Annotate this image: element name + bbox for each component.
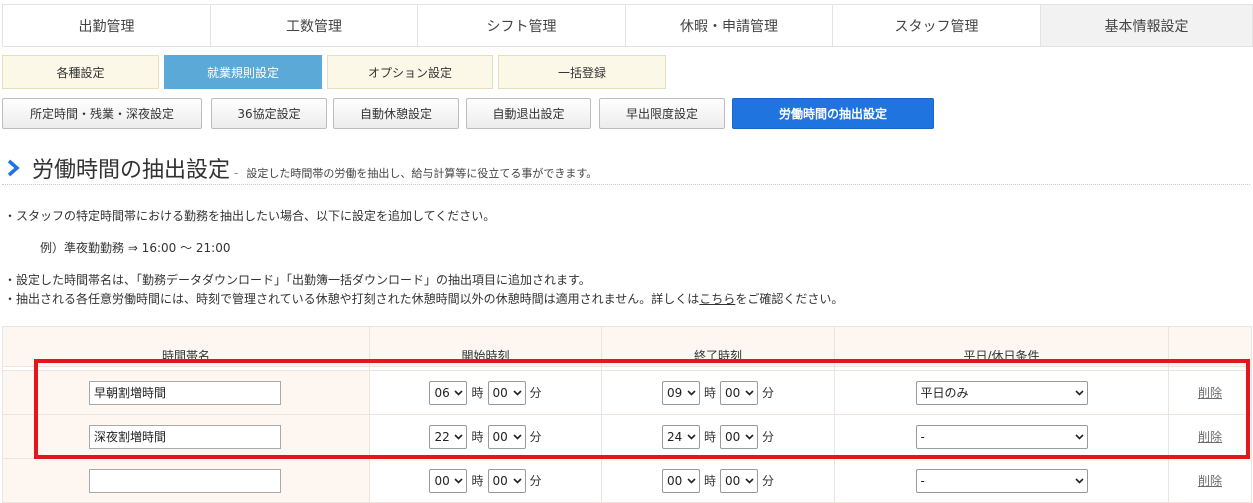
nav-tab-attendance[interactable]: 出勤管理 xyxy=(3,5,211,46)
chevron-down-icon xyxy=(512,389,522,396)
end-hour-select[interactable]: 00 xyxy=(661,468,700,493)
end-hour-select[interactable]: 24 xyxy=(661,424,700,449)
chevron-down-icon xyxy=(687,477,696,484)
time-band-name-input[interactable] xyxy=(89,380,281,405)
subtab-various-settings[interactable]: 各種設定 xyxy=(2,55,159,89)
auto-exit-button[interactable]: 自動退出設定 xyxy=(466,98,591,129)
article36-button[interactable]: 36協定設定 xyxy=(211,98,327,129)
chevron-down-icon xyxy=(454,389,464,396)
minute-unit-label: 分 xyxy=(762,430,775,444)
chevron-down-icon xyxy=(687,389,696,396)
day-condition-select[interactable]: 平日のみ xyxy=(915,380,1088,405)
auto-break-button[interactable]: 自動休憩設定 xyxy=(333,98,459,129)
nav-tab-staff[interactable]: スタッフ管理 xyxy=(833,5,1041,46)
end-hour-select[interactable]: 09 xyxy=(661,380,700,405)
note-example: 例）準夜勤勤務 ⇒ 16:00 ～ 21:00 xyxy=(40,241,231,255)
table-row: 06 時 00 分 09 時 00 分 平日のみ 削除 xyxy=(2,370,1252,415)
work-hours-extraction-button[interactable]: 労働時間の抽出設定 xyxy=(732,98,934,129)
start-time-picker: 22 時 00 分 xyxy=(429,424,542,449)
page-title: 労働時間の抽出設定 xyxy=(32,158,231,183)
start-hour-select[interactable]: 22 xyxy=(429,424,468,449)
start-minute-select[interactable]: 00 xyxy=(487,380,526,405)
heading-divider xyxy=(2,184,1250,185)
delete-link[interactable]: 削除 xyxy=(1198,474,1222,488)
start-time-picker: 00 時 00 分 xyxy=(429,468,542,493)
chevron-down-icon xyxy=(745,389,754,396)
col-header-actions xyxy=(1168,326,1252,367)
col-header-condition: 平日/休日条件 xyxy=(834,326,1169,367)
delete-link[interactable]: 削除 xyxy=(1198,430,1222,444)
note-line-3-text: ・抽出される各任意労働時間には、時刻で管理されている休憩や打刻された休憩時間以外… xyxy=(4,292,700,306)
chevron-down-icon xyxy=(745,477,754,484)
time-band-name-input[interactable] xyxy=(89,424,281,449)
chevron-down-icon xyxy=(1074,477,1084,484)
end-time-picker: 00 時 00 分 xyxy=(661,468,775,493)
table-row: 00 時 00 分 00 時 00 分 - 削除 xyxy=(2,458,1252,503)
minute-unit-label: 分 xyxy=(529,386,542,400)
subtab-options[interactable]: オプション設定 xyxy=(327,55,493,89)
chevron-down-icon xyxy=(512,477,522,484)
start-minute-select[interactable]: 00 xyxy=(487,468,526,493)
extraction-settings-table: 時間帯名 開始時刻 終了時刻 平日/休日条件 06 時 00 分 09 時 xyxy=(2,326,1252,503)
minute-unit-label: 分 xyxy=(529,430,542,444)
chevron-down-icon xyxy=(745,433,754,440)
details-link[interactable]: こちら xyxy=(699,292,735,306)
page-description: 設定した時間帯の労働を抽出し、給与計算等に役立てる事ができます。 xyxy=(246,167,598,180)
delete-link[interactable]: 削除 xyxy=(1198,386,1222,400)
start-hour-select[interactable]: 06 xyxy=(429,380,468,405)
minute-unit-label: 分 xyxy=(762,474,775,488)
hour-unit-label: 時 xyxy=(703,386,716,400)
chevron-down-icon xyxy=(1074,433,1084,440)
heading-separator: - xyxy=(234,166,239,180)
start-hour-select[interactable]: 00 xyxy=(429,468,468,493)
hour-unit-label: 時 xyxy=(471,474,484,488)
hour-unit-label: 時 xyxy=(703,430,716,444)
main-nav: 出勤管理 工数管理 シフト管理 休暇・申請管理 スタッフ管理 基本情報設定 xyxy=(2,4,1253,47)
prescribed-time-button[interactable]: 所定時間・残業・深夜設定 xyxy=(2,98,202,129)
note-line-3-tail: をご確認ください。 xyxy=(735,292,844,306)
end-minute-select[interactable]: 00 xyxy=(720,468,758,493)
chevron-right-icon xyxy=(7,159,20,177)
note-line-1: ・スタッフの特定時間帯における勤務を抽出したい場合、以下に設定を追加してください… xyxy=(4,209,496,223)
nav-tab-leave-requests[interactable]: 休暇・申請管理 xyxy=(626,5,833,46)
day-condition-select[interactable]: - xyxy=(915,424,1088,449)
col-header-end: 終了時刻 xyxy=(601,326,835,367)
end-minute-select[interactable]: 00 xyxy=(720,380,758,405)
early-limit-button[interactable]: 早出限度設定 xyxy=(599,98,725,129)
col-header-name: 時間帯名 xyxy=(2,326,370,367)
day-condition-select[interactable]: - xyxy=(915,468,1088,493)
nav-tab-shift[interactable]: シフト管理 xyxy=(418,5,626,46)
subtab-bulk-registration[interactable]: 一括登録 xyxy=(498,55,666,89)
hour-unit-label: 時 xyxy=(471,386,484,400)
section-heading: 労働時間の抽出設定 - 設定した時間帯の労働を抽出し、給与計算等に役立てる事がで… xyxy=(6,152,1246,184)
chevron-down-icon xyxy=(687,433,696,440)
nav-tab-basic-settings[interactable]: 基本情報設定 xyxy=(1041,5,1252,46)
col-header-start: 開始時刻 xyxy=(369,326,602,367)
table-row: 22 時 00 分 24 時 00 分 - 削除 xyxy=(2,414,1252,459)
start-time-picker: 06 時 00 分 xyxy=(429,380,542,405)
hour-unit-label: 時 xyxy=(471,430,484,444)
note-line-2: ・設定した時間帯名は、「勤務データダウンロード」「出勤簿一括ダウンロード」の抽出… xyxy=(4,273,591,287)
time-band-name-input[interactable] xyxy=(89,468,281,493)
chevron-down-icon xyxy=(454,433,464,440)
hour-unit-label: 時 xyxy=(703,474,716,488)
chevron-down-icon xyxy=(1074,389,1084,396)
chevron-down-icon xyxy=(512,433,522,440)
chevron-down-icon xyxy=(454,477,464,484)
note-line-3: ・抽出される各任意労働時間には、時刻で管理されている休憩や打刻された休憩時間以外… xyxy=(4,290,843,307)
nav-tab-workload[interactable]: 工数管理 xyxy=(211,5,418,46)
end-time-picker: 24 時 00 分 xyxy=(661,424,775,449)
minute-unit-label: 分 xyxy=(529,474,542,488)
subtab-work-rules[interactable]: 就業規則設定 xyxy=(164,55,322,89)
minute-unit-label: 分 xyxy=(762,386,775,400)
end-minute-select[interactable]: 00 xyxy=(720,424,758,449)
end-time-picker: 09 時 00 分 xyxy=(661,380,775,405)
start-minute-select[interactable]: 00 xyxy=(487,424,526,449)
